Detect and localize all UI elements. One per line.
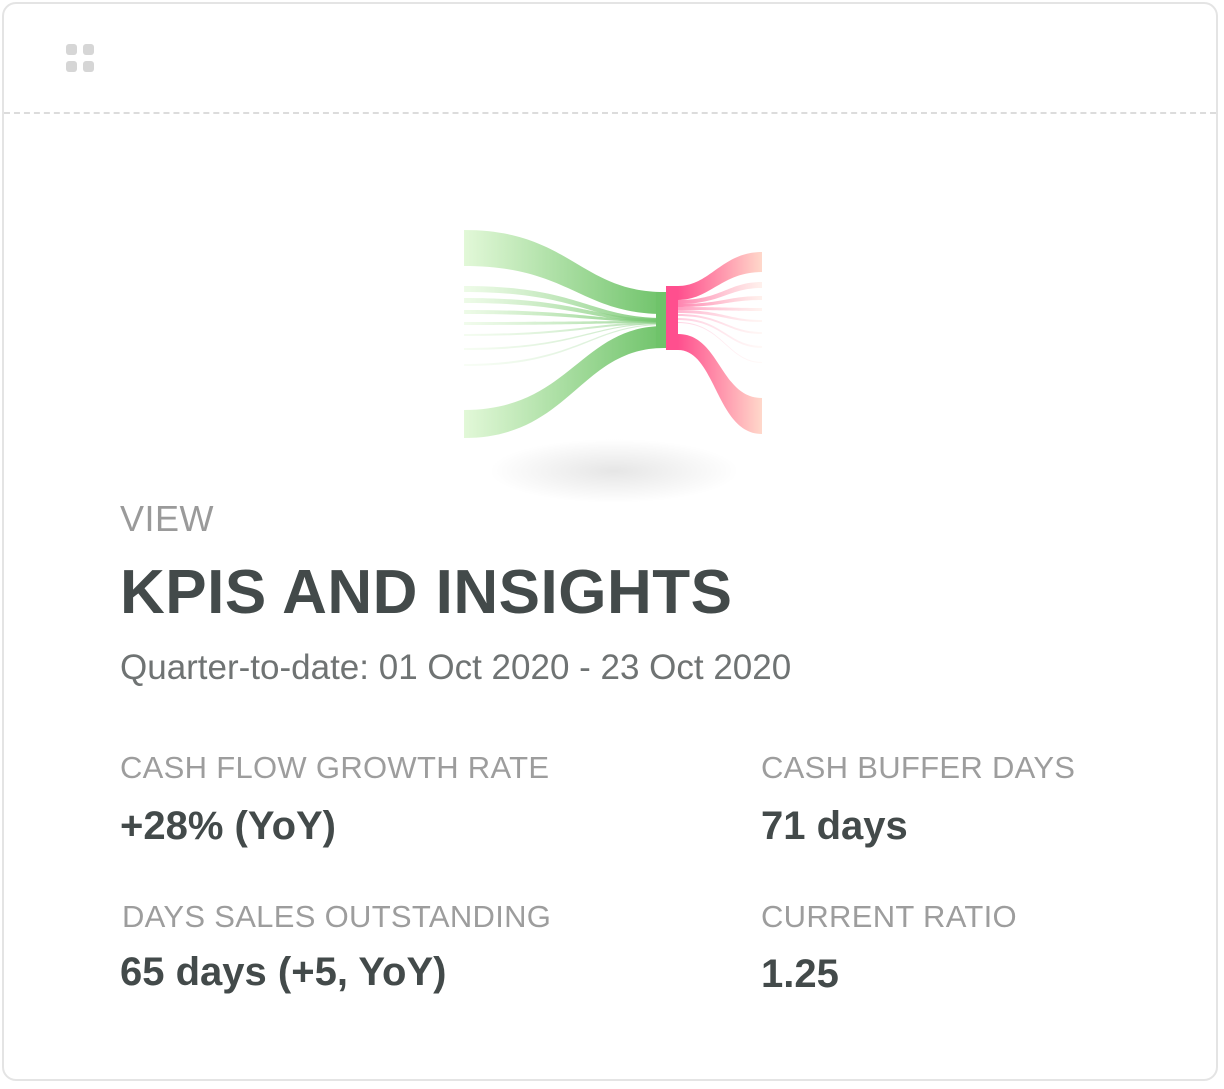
outflow-band: [678, 334, 762, 434]
illustration-shadow: [489, 439, 739, 503]
cash-flow-sankey-illustration: [464, 230, 762, 503]
drag-dot: [66, 61, 77, 72]
kpi-label-cash-flow-growth-rate: CASH FLOW GROWTH RATE: [120, 750, 550, 785]
date-range: Quarter-to-date: 01 Oct 2020 - 23 Oct 20…: [120, 648, 792, 687]
outflow-node: [666, 286, 678, 350]
kpi-value-cash-buffer-days: 71 days: [761, 804, 908, 848]
card-title: KPIS AND INSIGHTS: [120, 558, 733, 627]
inflow-band: [464, 326, 664, 438]
kpi-label-cash-buffer-days: CASH BUFFER DAYS: [761, 750, 1076, 785]
drag-dot: [83, 44, 94, 55]
drag-handle-icon[interactable]: [64, 42, 98, 76]
kpi-value-cash-flow-growth-rate: +28% (YoY): [120, 804, 336, 848]
kpi-value-days-sales-outstanding: 65 days (+5, YoY): [120, 950, 447, 994]
card-eyebrow: VIEW: [120, 498, 215, 539]
drag-dot: [66, 44, 77, 55]
card-header: [4, 4, 1216, 114]
kpi-value-current-ratio: 1.25: [761, 952, 839, 996]
drag-dot: [83, 61, 94, 72]
kpis-insights-card[interactable]: VIEW KPIS AND INSIGHTS Quarter-to-date: …: [2, 2, 1218, 1081]
kpi-label-current-ratio: CURRENT RATIO: [761, 899, 1017, 934]
kpi-label-days-sales-outstanding: DAYS SALES OUTSTANDING: [122, 899, 552, 934]
inflow-node: [656, 292, 666, 348]
